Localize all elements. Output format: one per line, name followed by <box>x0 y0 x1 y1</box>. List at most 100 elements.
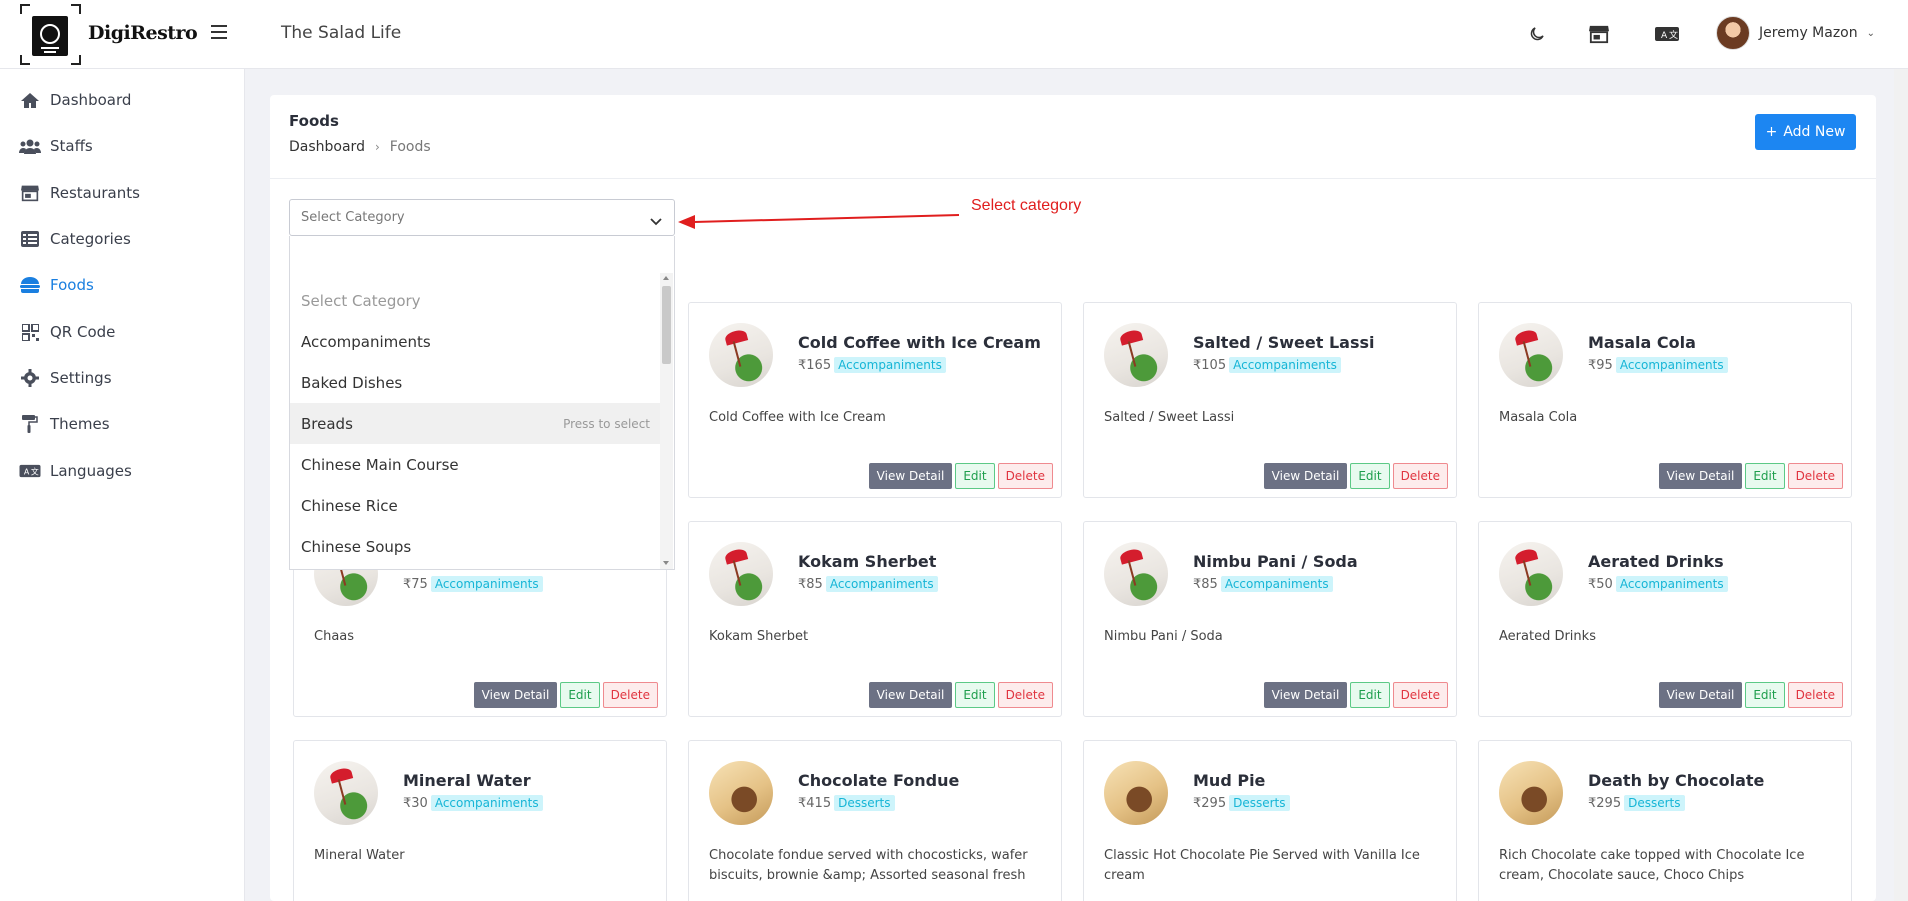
scrollbar-thumb[interactable] <box>662 286 671 364</box>
sidebar-item-label: Staffs <box>50 137 93 155</box>
food-price-row: ₹415 Desserts <box>798 795 895 811</box>
page-title: Foods <box>289 112 339 130</box>
food-name: Mineral Water <box>403 771 531 790</box>
sidebar-item-foods[interactable]: Foods <box>0 265 245 305</box>
breadcrumb-dashboard-link[interactable]: Dashboard <box>289 139 365 155</box>
delete-button[interactable]: Delete <box>1392 682 1448 708</box>
sidebar-item-restaurants[interactable]: Restaurants <box>0 173 245 213</box>
category-option-highlighted[interactable]: Breads Press to select <box>290 403 660 444</box>
store-icon[interactable] <box>1586 22 1612 46</box>
category-option[interactable]: Chinese Rice <box>290 485 660 526</box>
view-detail-button[interactable]: View Detail <box>1658 682 1743 708</box>
user-menu[interactable]: Jeremy Mazon ⌄ <box>1716 16 1875 50</box>
sidebar-item-label: Languages <box>50 462 132 480</box>
page-scrollbar[interactable] <box>1894 0 1908 901</box>
food-description: Salted / Sweet Lassi <box>1104 410 1235 425</box>
moon-icon[interactable] <box>1524 22 1550 46</box>
food-price: ₹95 <box>1588 357 1613 373</box>
sidebar-item-languages[interactable]: A文 Languages <box>0 451 245 491</box>
category-option[interactable]: Chinese Main Course <box>290 444 660 485</box>
category-option[interactable]: Chinese Soups <box>290 526 660 567</box>
food-image <box>314 761 378 825</box>
sidebar-item-categories[interactable]: Categories <box>0 219 245 259</box>
category-badge: Accompaniments <box>1615 576 1728 592</box>
category-badge: Accompaniments <box>825 576 938 592</box>
annotation-arrow-icon <box>678 214 960 229</box>
sidebar-item-settings[interactable]: Settings <box>0 358 245 398</box>
food-price: ₹75 <box>403 576 428 592</box>
food-image <box>709 761 773 825</box>
delete-button[interactable]: Delete <box>1392 463 1448 489</box>
category-option[interactable]: Baked Dishes <box>290 362 660 403</box>
delete-button[interactable]: Delete <box>997 463 1053 489</box>
food-image <box>709 323 773 387</box>
svg-text:文: 文 <box>31 467 39 477</box>
category-option[interactable]: Accompaniments <box>290 321 660 362</box>
edit-button[interactable]: Edit <box>1350 682 1390 708</box>
view-detail-button[interactable]: View Detail <box>1263 463 1348 489</box>
edit-button[interactable]: Edit <box>1350 463 1390 489</box>
store-icon <box>19 184 41 202</box>
food-price-row: ₹30 Accompaniments <box>403 795 543 811</box>
sidebar-item-dashboard[interactable]: Dashboard <box>0 80 245 120</box>
food-name: Aerated Drinks <box>1588 552 1724 571</box>
delete-button[interactable]: Delete <box>997 682 1053 708</box>
view-detail-button[interactable]: View Detail <box>868 682 953 708</box>
card-header: Foods Dashboard › Foods + Add New <box>270 95 1876 179</box>
sidebar-item-themes[interactable]: Themes <box>0 404 245 444</box>
food-name: Kokam Sherbet <box>798 552 937 571</box>
sidebar-item-label: Settings <box>50 369 112 387</box>
scroll-down-icon[interactable] <box>663 561 669 565</box>
food-card: Nimbu Pani / Soda ₹85 Accompaniments Nimb… <box>1083 521 1457 717</box>
food-card: Masala Cola ₹95 Accompaniments Masala Col… <box>1478 302 1852 498</box>
add-new-button[interactable]: + Add New <box>1755 114 1856 150</box>
food-description: Cold Coffee with Ice Cream <box>709 410 886 425</box>
delete-button[interactable]: Delete <box>1787 682 1843 708</box>
sidebar-item-label: Restaurants <box>50 184 140 202</box>
language-icon[interactable]: A文 <box>1654 22 1680 46</box>
sidebar-item-staffs[interactable]: Staffs <box>0 126 245 166</box>
food-name: Salted / Sweet Lassi <box>1193 333 1375 352</box>
user-name: Jeremy Mazon <box>1759 25 1858 41</box>
food-description: Chocolate fondue served with chocosticks… <box>709 848 1028 883</box>
scroll-up-icon[interactable] <box>663 276 669 280</box>
edit-button[interactable]: Edit <box>560 682 600 708</box>
view-detail-button[interactable]: View Detail <box>1658 463 1743 489</box>
sidebar-item-label: Themes <box>50 415 110 433</box>
food-card: Salted / Sweet Lassi ₹105 Accompaniments … <box>1083 302 1457 498</box>
food-price: ₹85 <box>1193 576 1218 592</box>
food-price-row: ₹105 Accompaniments <box>1193 357 1341 373</box>
view-detail-button[interactable]: View Detail <box>473 682 558 708</box>
food-image <box>709 542 773 606</box>
svg-text:A: A <box>1661 31 1668 41</box>
food-price: ₹165 <box>798 357 832 373</box>
category-select[interactable]: Select Category <box>289 199 675 236</box>
food-image <box>1499 761 1563 825</box>
food-price-row: ₹295 Desserts <box>1193 795 1290 811</box>
brand-logo[interactable] <box>20 4 81 65</box>
food-name: Cold Coffee with Ice Cream <box>798 333 1041 352</box>
category-dropdown: Select Category Accompaniments Baked Dis… <box>289 236 675 570</box>
food-card: Aerated Drinks ₹50 Accompaniments Aerated… <box>1478 521 1852 717</box>
food-description: Masala Cola <box>1499 410 1578 425</box>
view-detail-button[interactable]: View Detail <box>868 463 953 489</box>
dropdown-scrollbar[interactable] <box>660 273 673 569</box>
category-badge: Accompaniments <box>1220 576 1333 592</box>
food-price: ₹295 <box>1588 795 1622 811</box>
delete-button[interactable]: Delete <box>602 682 658 708</box>
menu-toggle-icon[interactable] <box>211 25 227 39</box>
restaurant-logo-icon <box>32 16 68 56</box>
users-icon <box>19 137 41 155</box>
category-badge: Accompaniments <box>1229 357 1341 373</box>
sidebar-item-label: QR Code <box>50 323 116 341</box>
paint-roller-icon <box>19 415 41 433</box>
category-search-input[interactable] <box>290 236 674 273</box>
edit-button[interactable]: Edit <box>955 463 995 489</box>
view-detail-button[interactable]: View Detail <box>1263 682 1348 708</box>
category-option-placeholder[interactable]: Select Category <box>290 280 660 321</box>
edit-button[interactable]: Edit <box>955 682 995 708</box>
delete-button[interactable]: Delete <box>1787 463 1843 489</box>
edit-button[interactable]: Edit <box>1745 682 1785 708</box>
edit-button[interactable]: Edit <box>1745 463 1785 489</box>
sidebar-item-qr-code[interactable]: QR Code <box>0 312 245 352</box>
